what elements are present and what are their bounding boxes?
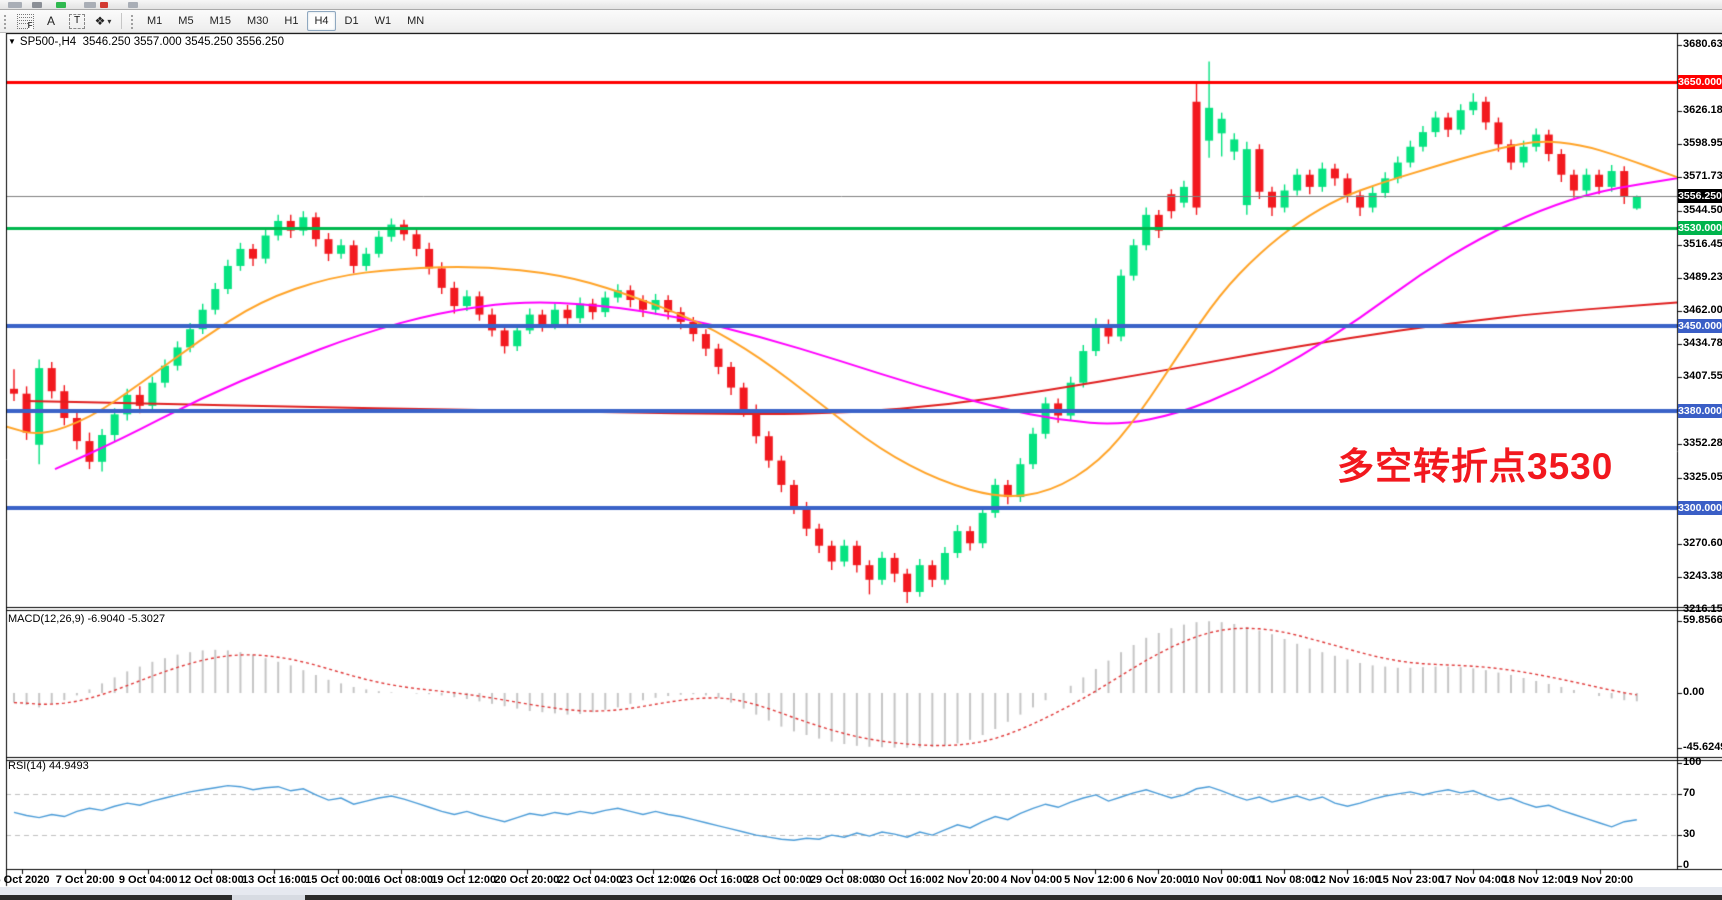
rsi-tick-label: 30 [1683, 828, 1695, 840]
price-level-badge: 3380.000 [1678, 404, 1722, 418]
top-strip-icon [128, 2, 138, 8]
fibonacci-tool-button[interactable]: F [13, 11, 37, 31]
time-tick-label: 11 Nov 08:00 [1251, 874, 1318, 886]
timeframe-button-m5[interactable]: M5 [171, 11, 200, 31]
chart-annotation-text: 多空转折点3530 [1337, 436, 1613, 490]
price-tick-label: 3352.280 [1683, 437, 1722, 449]
time-tick-label: 9 Oct 04:00 [119, 874, 178, 886]
rsi-tick-label: 100 [1683, 756, 1701, 768]
macd-indicator-label: MACD(12,26,9) -6.9040 -5.3027 [8, 613, 165, 625]
price-level-badge: 3650.000 [1678, 75, 1722, 89]
timeframe-button-group: M1M5M15M30H1H4D1W1MN [139, 11, 432, 31]
price-tick-label: 3544.505 [1683, 204, 1722, 216]
timeframe-button-m1[interactable]: M1 [140, 11, 169, 31]
time-tick-label: 19 Nov 20:00 [1566, 874, 1633, 886]
price-tick-label: 3243.380 [1683, 570, 1722, 582]
top-strip-icon [32, 2, 42, 8]
timeframe-button-m15[interactable]: M15 [203, 11, 238, 31]
arrows-tool-button[interactable]: ❖ ▾ [91, 11, 115, 31]
time-tick-label: 6 Nov 20:00 [1127, 874, 1188, 886]
price-tick-label: 3434.780 [1683, 337, 1722, 349]
time-tick-label: 4 Nov 04:00 [1001, 874, 1062, 886]
time-tick-label: 6 Oct 2020 [0, 874, 50, 886]
price-level-badge: 3300.000 [1678, 501, 1722, 515]
symbol-period-label: SP500-,H4 [20, 36, 76, 48]
text-icon: A [47, 14, 55, 28]
collapse-triangle-icon[interactable]: ▼ [8, 37, 16, 46]
ohlc-values-label: 3546.250 3557.000 3545.250 3556.250 [83, 36, 284, 48]
time-tick-label: 5 Nov 12:00 [1064, 874, 1125, 886]
top-strip-icon [84, 2, 96, 8]
text-label-icon: T [69, 14, 85, 29]
price-tick-label: 3325.055 [1683, 471, 1722, 483]
rsi-indicator-label: RSI(14) 44.9493 [8, 760, 89, 772]
text-tool-button[interactable]: A [39, 11, 63, 31]
time-tick-label: 17 Nov 04:00 [1440, 874, 1507, 886]
arrows-icon: ❖ [95, 14, 106, 28]
time-tick-label: 12 Nov 16:00 [1313, 874, 1380, 886]
macd-tick-label: -45.6249 [1683, 741, 1722, 753]
time-tick-label: 15 Oct 00:00 [305, 874, 370, 886]
timeframe-button-d1[interactable]: D1 [338, 11, 366, 31]
window-top-strip [0, 0, 1722, 10]
price-tick-label: 3571.730 [1683, 170, 1722, 182]
price-tick-label: 3626.180 [1683, 104, 1722, 116]
time-tick-label: 23 Oct 12:00 [621, 874, 686, 886]
time-tick-label: 30 Oct 16:00 [873, 874, 938, 886]
time-tick-label: 15 Nov 23:00 [1377, 874, 1444, 886]
rsi-tick-label: 0 [1683, 859, 1689, 871]
toolbar-grip-handle[interactable] [130, 13, 135, 29]
time-tick-label: 7 Oct 20:00 [56, 874, 115, 886]
time-tick-label: 29 Oct 08:00 [810, 874, 875, 886]
macd-tick-label: 59.8566 [1683, 614, 1722, 626]
top-strip-icon [56, 2, 66, 8]
top-strip-icon [100, 2, 108, 8]
time-tick-label: 20 Oct 20:00 [494, 874, 559, 886]
price-level-badge: 3450.000 [1678, 319, 1722, 333]
price-tick-label: 3516.455 [1683, 238, 1722, 250]
timeframe-button-w1[interactable]: W1 [368, 11, 399, 31]
price-tick-label: 3489.230 [1683, 271, 1722, 283]
mt4-trading-app-window: { "window": { "top_strip_chips": ["#a9ae… [0, 0, 1722, 900]
time-tick-label: 16 Oct 08:00 [368, 874, 433, 886]
price-tick-label: 3407.555 [1683, 370, 1722, 382]
fibonacci-icon: F [17, 14, 34, 29]
price-level-badge: 3556.250 [1678, 189, 1722, 203]
macd-tick-label: 0.00 [1683, 686, 1704, 698]
price-level-badge: 3530.000 [1678, 221, 1722, 235]
timeframe-button-h1[interactable]: H1 [277, 11, 305, 31]
price-tick-label: 3270.605 [1683, 537, 1722, 549]
chevron-down-icon: ▾ [107, 17, 111, 26]
time-tick-label: 13 Oct 16:00 [242, 874, 307, 886]
price-tick-label: 3462.005 [1683, 304, 1722, 316]
toolbar-separator [121, 13, 122, 29]
toolbar-grip-handle[interactable] [3, 13, 8, 29]
horizontal-scrollbar [0, 887, 1722, 900]
time-tick-label: 19 Oct 12:00 [431, 874, 496, 886]
scrollbar-thumb[interactable] [232, 895, 305, 900]
chart-symbol-title: ▼ SP500-,H4 3546.250 3557.000 3545.250 35… [8, 36, 284, 48]
time-tick-label: 2 Nov 20:00 [938, 874, 999, 886]
timeframe-button-m30[interactable]: M30 [240, 11, 275, 31]
timeframe-button-h4[interactable]: H4 [307, 11, 335, 31]
main-toolbar: F A T ❖ ▾ M1M5M15M30H1H4D1W1MN [0, 10, 1722, 33]
time-tick-label: 10 Nov 00:00 [1187, 874, 1254, 886]
price-tick-label: 3680.630 [1683, 38, 1722, 50]
time-tick-label: 26 Oct 16:00 [684, 874, 749, 886]
rsi-tick-label: 70 [1683, 787, 1695, 799]
time-tick-label: 28 Oct 00:00 [747, 874, 812, 886]
time-tick-label: 18 Nov 12:00 [1503, 874, 1570, 886]
text-label-tool-button[interactable]: T [65, 11, 89, 31]
time-tick-label: 12 Oct 08:00 [179, 874, 244, 886]
time-tick-label: 22 Oct 04:00 [557, 874, 622, 886]
top-strip-icon [8, 2, 22, 8]
timeframe-button-mn[interactable]: MN [400, 11, 431, 31]
price-tick-label: 3598.955 [1683, 137, 1722, 149]
